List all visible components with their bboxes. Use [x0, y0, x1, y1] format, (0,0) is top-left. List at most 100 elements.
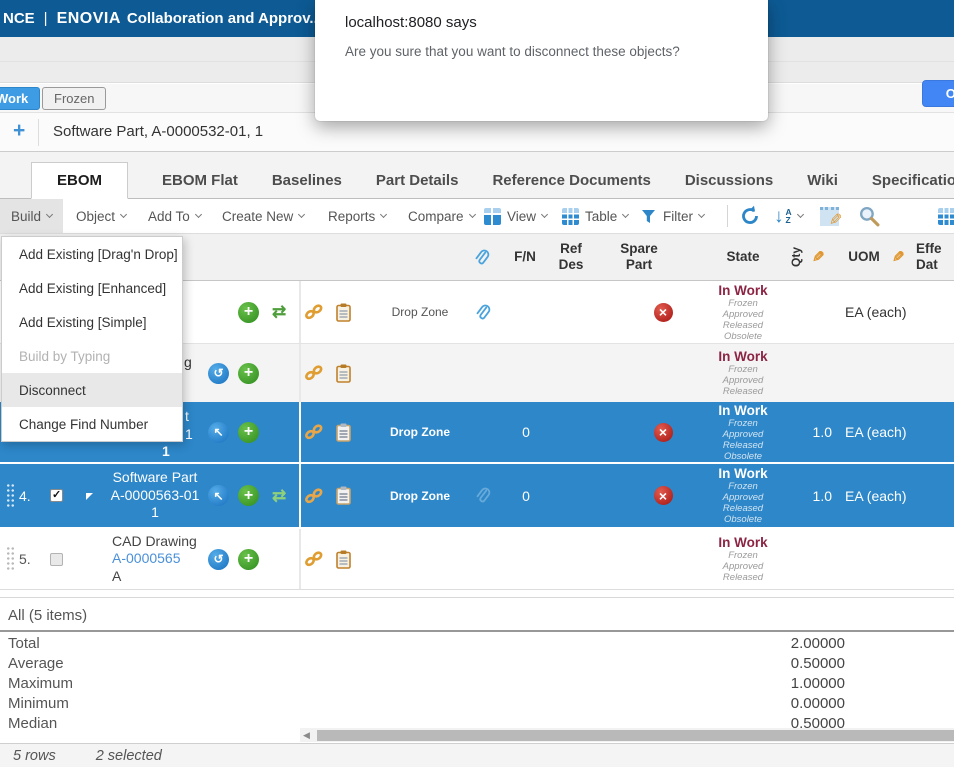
confirm-dialog: localhost:8080 says Are you sure that yo… [315, 0, 768, 121]
go-to-parent-button[interactable]: ↖ [208, 402, 229, 462]
table-row-selected[interactable]: 4. Software Part A-0000563-01 1 ↖ + ⇄ Dr… [0, 464, 954, 529]
tab-ebom-flat[interactable]: EBOM Flat [162, 163, 238, 198]
drop-zone[interactable]: Drop Zone [366, 402, 474, 462]
clipboard-button[interactable] [336, 402, 351, 462]
qty-column-header[interactable]: Qty [785, 234, 807, 280]
arrow-up-left-icon: ↖ [208, 485, 229, 506]
tab-specifications[interactable]: Specifications [872, 163, 954, 198]
add-child-button[interactable]: + [238, 402, 259, 462]
filter-menu-button[interactable]: Filter [641, 199, 704, 233]
spare-part-remove-button[interactable]: × [648, 464, 678, 527]
table-row[interactable]: 5. CAD Drawing A-0000565 A ↺ + In Work F… [0, 529, 954, 590]
table-menu-button[interactable]: Table [562, 199, 628, 233]
drag-handle[interactable] [6, 529, 15, 589]
row-checkbox[interactable] [50, 464, 63, 527]
table-edit-button[interactable]: ✎ [938, 199, 954, 233]
go-to-parent-button[interactable]: ↖ [208, 464, 229, 527]
drag-handle[interactable] [6, 464, 15, 527]
row-checkbox[interactable] [50, 529, 63, 589]
menu-item-add-existing-enhanced[interactable]: Add Existing [Enhanced] [2, 271, 182, 305]
tab-reference-documents[interactable]: Reference Documents [492, 163, 650, 198]
uom-edit-pencil-icon[interactable]: ✎ [888, 234, 908, 280]
horizontal-scrollbar[interactable]: ◀ [300, 728, 954, 742]
spare-part-remove-button[interactable]: × [648, 281, 678, 343]
connect-button[interactable] [304, 402, 324, 462]
state-cell: In Work Frozen Approved Released [690, 344, 796, 402]
refdes-column-header[interactable]: RefDes [545, 234, 597, 280]
scrollbar-thumb[interactable] [317, 730, 954, 741]
state-column-header[interactable]: State [690, 234, 796, 280]
where-used-button[interactable]: ↺ [208, 529, 229, 589]
red-x-icon: × [654, 303, 673, 322]
clipboard-button[interactable] [336, 344, 351, 402]
menu-item-change-find-number[interactable]: Change Find Number [2, 407, 182, 441]
add-child-button[interactable]: + [238, 529, 259, 589]
drop-zone[interactable]: Drop Zone [366, 281, 474, 343]
view-menu-button[interactable]: View [484, 199, 547, 233]
frozen-view-button[interactable]: Frozen [42, 87, 106, 110]
connect-button[interactable] [304, 529, 324, 589]
chevron-down-icon [622, 211, 629, 218]
part-name-cell[interactable]: Software Part A-0000563-01 1 [96, 464, 214, 527]
object-menu-button[interactable]: Object [76, 199, 126, 233]
add-child-button[interactable]: + [238, 464, 259, 527]
red-x-icon: × [654, 486, 673, 505]
connect-button[interactable] [304, 281, 324, 343]
page-title: Software Part, A-0000532-01, 1 [53, 123, 263, 140]
expand-plus-icon[interactable]: + [13, 120, 25, 141]
chevron-down-icon [380, 211, 387, 218]
search-button[interactable] [858, 199, 880, 233]
red-x-icon: × [654, 423, 673, 442]
globe-arrow-icon: ↺ [208, 363, 229, 384]
uom-column-header[interactable]: UOM [841, 234, 887, 280]
attachments-column-header[interactable] [468, 234, 494, 280]
connect-button[interactable] [304, 464, 324, 527]
row-count-label: 5 rows [13, 748, 56, 764]
tab-baselines[interactable]: Baselines [272, 163, 342, 198]
qty-edit-pencil-icon[interactable]: ✎ [808, 234, 828, 280]
tab-discussions[interactable]: Discussions [685, 163, 773, 198]
where-used-button[interactable]: ↺ [208, 344, 229, 402]
clipped-name-text: g [184, 354, 192, 370]
sort-arrow-icon: ↓ [774, 207, 784, 226]
swap-arrows-icon: ⇄ [272, 302, 286, 322]
command-toolbar: Build Object Add To Create New Reports C… [0, 199, 954, 233]
drop-zone[interactable]: Drop Zone [366, 464, 474, 527]
effective-date-column-header[interactable]: EffeDat [916, 234, 954, 280]
part-number-link[interactable]: A-0000565 [112, 550, 181, 568]
ok-button[interactable]: OK [922, 80, 954, 107]
tab-ebom[interactable]: EBOM [31, 162, 128, 199]
fn-cell: 0 [498, 464, 554, 527]
create-new-menu-button[interactable]: Create New [222, 199, 304, 233]
compare-menu-button[interactable]: Compare [408, 199, 475, 233]
attachment-indicator[interactable] [470, 281, 494, 343]
refresh-button[interactable] [738, 199, 762, 233]
checkbox-unchecked-icon [50, 553, 63, 566]
add-child-button[interactable]: + [238, 281, 259, 343]
add-to-menu-button[interactable]: Add To [148, 199, 201, 233]
clipboard-button[interactable] [336, 529, 351, 589]
replace-button[interactable]: ⇄ [272, 464, 286, 527]
clipboard-button[interactable] [336, 281, 351, 343]
tab-part-details[interactable]: Part Details [376, 163, 459, 198]
chevron-down-icon [46, 211, 53, 218]
menu-item-add-existing-simple[interactable]: Add Existing [Simple] [2, 305, 182, 339]
connect-button[interactable] [304, 344, 324, 402]
tab-wiki[interactable]: Wiki [807, 163, 838, 198]
build-menu-button[interactable]: Build [0, 199, 63, 233]
menu-item-add-existing-dragndrop[interactable]: Add Existing [Drag'n Drop] [2, 237, 182, 271]
attachment-indicator[interactable] [470, 464, 494, 527]
replace-button[interactable]: ⇄ [272, 281, 286, 343]
clipboard-button[interactable] [336, 464, 351, 527]
reports-menu-button[interactable]: Reports [328, 199, 386, 233]
work-view-button[interactable]: Work [0, 87, 40, 110]
spare-part-remove-button[interactable]: × [648, 402, 678, 462]
scroll-left-arrow-icon[interactable]: ◀ [303, 730, 310, 741]
add-child-button[interactable]: + [238, 344, 259, 402]
column-divider [299, 464, 301, 527]
sort-button[interactable]: ↓ AZ [774, 199, 803, 233]
mass-edit-button[interactable]: ✎ [820, 199, 839, 233]
spare-part-column-header[interactable]: SparePart [606, 234, 672, 280]
expand-triangle-icon[interactable] [86, 493, 93, 500]
menu-item-disconnect[interactable]: Disconnect [2, 373, 182, 407]
